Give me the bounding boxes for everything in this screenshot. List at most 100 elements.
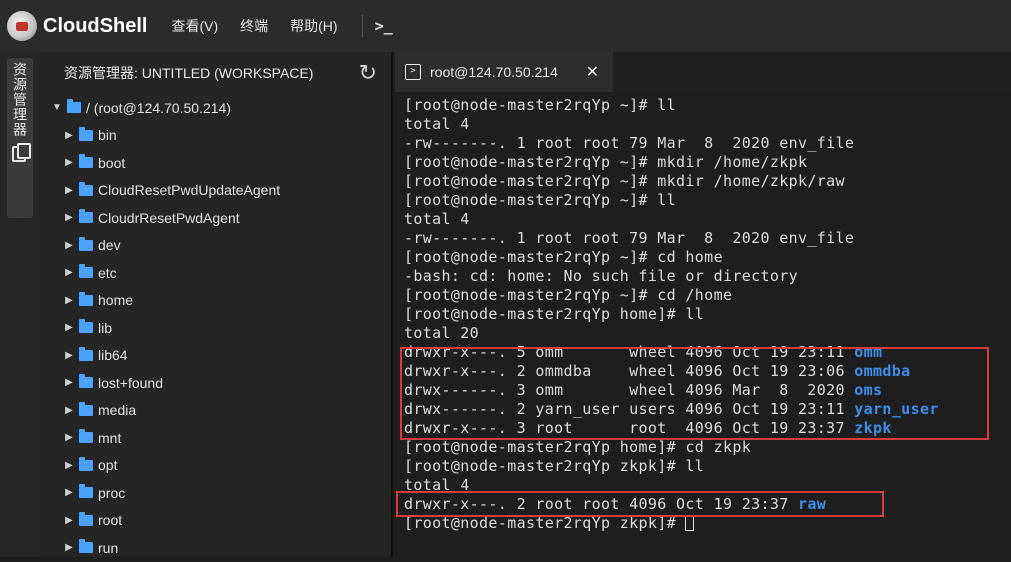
chevron-right-icon[interactable]: ▶ [62,267,76,278]
folder-icon [79,291,93,306]
menu-terminal[interactable]: 终端 [240,16,268,36]
file-tree: ▼ / (root@124.70.50.214) ▶ bin ▶ boot ▶ Cloud… [40,94,391,562]
tree-item-label: mnt [98,429,122,446]
chevron-right-icon[interactable]: ▶ [62,322,76,333]
tab-terminal[interactable]: > root@124.70.50.214 ✕ [395,52,613,92]
tree-item[interactable]: ▶ boot [40,149,391,177]
tree-item[interactable]: ▶ lost+found [40,369,391,397]
terminal-prompt-icon[interactable]: >_ [375,17,393,35]
terminal-line: [root@node-master2rqYp ~]# ll [404,96,1004,115]
editor-area: > root@124.70.50.214 ✕ [root@node-master… [395,52,1011,557]
explorer-title: 资源管理器: UNTITLED (WORKSPACE) [64,65,314,81]
menu-help[interactable]: 帮助(H) [290,16,337,36]
tree-item-label: lib64 [98,347,128,364]
tree-item[interactable]: ▶ bin [40,122,391,150]
chevron-down-icon[interactable]: ▼ [50,102,64,113]
terminal-text: -bash: cd: home: No such file or directo… [404,267,798,285]
folder-icon [79,456,93,471]
chevron-right-icon[interactable]: ▶ [62,542,76,553]
terminal-text: [root@node-master2rqYp ~]# ll [404,96,677,114]
folder-icon [79,181,93,196]
tree-item[interactable]: ▶ root [40,507,391,535]
folder-icon [79,429,93,444]
tree-item[interactable]: ▶ dev [40,232,391,260]
terminal-line: [root@node-master2rqYp ~]# cd /home [404,286,1004,305]
terminal-text: [root@node-master2rqYp ~]# mkdir /home/z… [404,153,808,171]
folder-icon [79,154,93,169]
close-icon[interactable]: ✕ [586,62,599,82]
tree-item[interactable]: ▶ CloudResetPwdUpdateAgent [40,177,391,205]
tree-item-label: CloudrResetPwdAgent [98,209,240,226]
terminal-text: total 20 [404,324,480,342]
folder-icon [79,209,93,224]
chevron-right-icon[interactable]: ▶ [62,350,76,361]
refresh-icon[interactable]: ↻ [359,60,377,86]
terminal-line: total 4 [404,210,1004,229]
tree-item[interactable]: ▶ proc [40,479,391,507]
tree-item-label: run [98,539,119,556]
chevron-right-icon[interactable]: ▶ [62,157,76,168]
chevron-right-icon[interactable]: ▶ [62,185,76,196]
chevron-right-icon[interactable]: ▶ [62,377,76,388]
folder-icon [79,539,93,554]
tree-item[interactable]: ▶ CloudrResetPwdAgent [40,204,391,232]
terminal-line: [root@node-master2rqYp ~]# cd home [404,248,1004,267]
chevron-right-icon[interactable]: ▶ [62,240,76,251]
chevron-right-icon[interactable]: ▶ [62,460,76,471]
folder-icon [79,319,93,334]
terminal-line: -rw-------. 1 root root 79 Mar 8 2020 en… [404,229,1004,248]
activity-explorer-label: 资源管理器 [12,62,28,137]
tree-item-label: lib [98,319,113,336]
terminal-icon: > [405,64,421,80]
tree-item-label: dev [98,237,121,254]
tab-strip: > root@124.70.50.214 ✕ [395,52,1011,92]
folder-icon [79,511,93,526]
chevron-right-icon[interactable]: ▶ [62,212,76,223]
terminal-text: total 4 [404,115,470,133]
folder-icon [79,126,93,141]
explorer-header: 资源管理器: UNTITLED (WORKSPACE) ↻ [40,52,391,94]
folder-icon [79,374,93,389]
tree-item[interactable]: ▶ mnt [40,424,391,452]
chevron-right-icon[interactable]: ▶ [62,130,76,141]
tree-root-label: / (root@124.70.50.214) [86,99,231,116]
folder-icon [67,99,81,114]
tree-root-item[interactable]: ▼ / (root@124.70.50.214) [40,94,391,122]
terminal-text: [root@node-master2rqYp ~]# cd home [404,248,723,266]
tree-item-label: boot [98,154,126,171]
chevron-right-icon[interactable]: ▶ [62,515,76,526]
chevron-right-icon[interactable]: ▶ [62,295,76,306]
folder-icon [79,346,93,361]
chevron-right-icon[interactable]: ▶ [62,487,76,498]
highlight-box-home-listing [400,347,989,440]
tree-item[interactable]: ▶ lib64 [40,342,391,370]
chevron-right-icon[interactable]: ▶ [62,405,76,416]
terminal-text: [root@node-master2rqYp ~]# mkdir /home/z… [404,172,845,190]
terminal-text: -rw-------. 1 root root 79 Mar 8 2020 en… [404,134,855,152]
terminal-text: [root@node-master2rqYp home]# cd zkpk [404,438,752,456]
explorer-panel: 资源管理器: UNTITLED (WORKSPACE) ↻ ▼ / (root@… [40,52,393,557]
activity-bar: 资源管理器 [0,52,40,557]
terminal-output[interactable]: [root@node-master2rqYp ~]# ll total 4 -rw-… [404,96,1004,533]
tree-item-label: CloudResetPwdUpdateAgent [98,182,281,199]
tab-label: root@124.70.50.214 [430,64,558,80]
menu-view[interactable]: 查看(V) [171,16,218,36]
tree-item[interactable]: ▶ lib [40,314,391,342]
terminal-line: [root@node-master2rqYp home]# ll [404,305,1004,324]
terminal-line: [root@node-master2rqYp ~]# ll [404,191,1004,210]
tree-item[interactable]: ▶ opt [40,452,391,480]
tree-item[interactable]: ▶ etc [40,259,391,287]
tree-item-label: opt [98,457,118,474]
chevron-right-icon[interactable]: ▶ [62,432,76,443]
tree-item[interactable]: ▶ media [40,397,391,425]
folder-icon [79,236,93,251]
tree-item[interactable]: ▶ run [40,534,391,562]
title-bar: CloudShell 查看(V) 终端 帮助(H) >_ [0,0,1011,52]
terminal-line: [root@node-master2rqYp ~]# mkdir /home/z… [404,172,1004,191]
terminal-line: [root@node-master2rqYp ~]# mkdir /home/z… [404,153,1004,172]
tree-item-label: media [98,402,137,419]
folder-icon [79,264,93,279]
terminal-line: -bash: cd: home: No such file or directo… [404,267,1004,286]
tree-item[interactable]: ▶ home [40,287,391,315]
activity-explorer-button[interactable]: 资源管理器 [7,58,33,218]
